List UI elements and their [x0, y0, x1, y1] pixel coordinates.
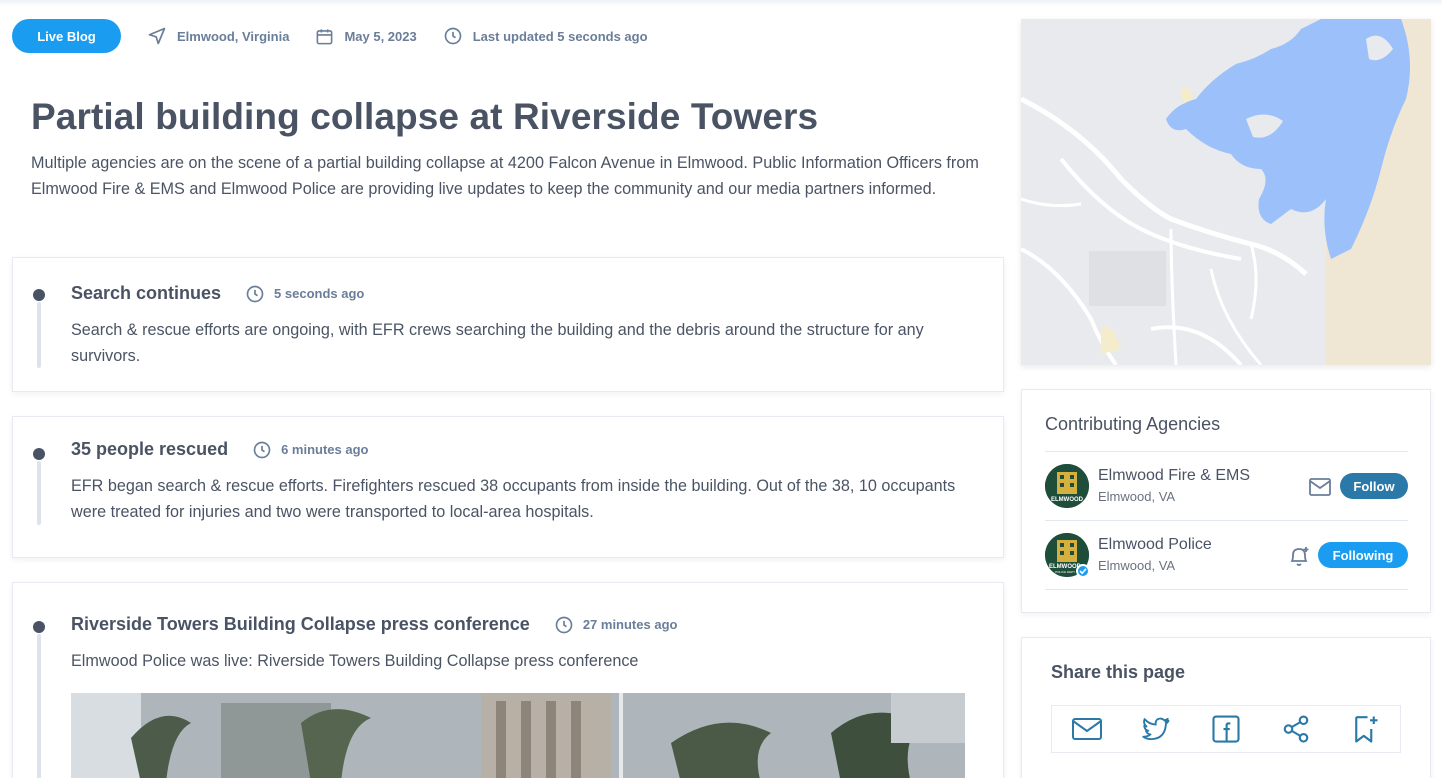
date-text: May 5, 2023: [344, 28, 417, 44]
email-icon: [1071, 718, 1102, 740]
navigation-arrow-icon: [148, 27, 166, 45]
bell-icon[interactable]: [1287, 543, 1311, 569]
agency-location: Elmwood, VA: [1098, 558, 1176, 573]
svg-text:ELMWOOD: ELMWOOD: [1051, 497, 1084, 503]
following-button[interactable]: Following: [1318, 542, 1408, 568]
update-header: Search continues 5 seconds ago: [71, 283, 364, 304]
clock-icon: [253, 441, 271, 458]
update-title: Riverside Towers Building Collapse press…: [71, 614, 530, 634]
agency-name[interactable]: Elmwood Police: [1098, 536, 1212, 554]
update-title: Search continues: [71, 283, 222, 303]
live-blog-badge[interactable]: Live Blog: [12, 19, 121, 53]
location-meta: Elmwood, Virginia: [147, 26, 289, 46]
share-facebook-button[interactable]: [1191, 706, 1261, 752]
facebook-icon: [1212, 715, 1240, 743]
contributing-agencies-panel: Contributing Agencies ELMWOOD Elmwood Fi…: [1021, 389, 1431, 613]
timeline-line: [37, 634, 41, 778]
share-panel: Share this page: [1021, 637, 1431, 778]
clock-icon: [246, 285, 264, 302]
agency-name[interactable]: Elmwood Fire & EMS: [1098, 467, 1250, 485]
agency-location: Elmwood, VA: [1098, 489, 1176, 504]
update-time-text: 27 minutes ago: [582, 617, 678, 632]
clock-icon: [444, 27, 462, 45]
updated-meta: Last updated 5 seconds ago: [443, 26, 648, 46]
share-title: Share this page: [1051, 662, 1186, 682]
share-bookmark-button[interactable]: [1330, 706, 1400, 752]
map-canvas: [1021, 19, 1431, 365]
follow-button[interactable]: Follow: [1340, 473, 1408, 499]
clock-icon: [555, 616, 573, 633]
meta-bar: Live Blog Elmwood, Virginia May 5, 2023 …: [12, 19, 648, 53]
svg-text:POLICE DEPT: POLICE DEPT: [1055, 570, 1075, 574]
agency-logo: ELMWOOD: [1045, 464, 1089, 508]
press-conference-video[interactable]: [71, 693, 965, 778]
update-card: Search continues 5 seconds ago Search & …: [12, 257, 1004, 392]
agency-avatar[interactable]: ELMWOOD: [1045, 464, 1089, 508]
update-header: 35 people rescued 6 minutes ago: [71, 439, 369, 460]
share-link-button[interactable]: [1261, 706, 1331, 752]
date-meta: May 5, 2023: [315, 27, 417, 46]
agencies-title: Contributing Agencies: [1045, 414, 1221, 434]
share-buttons: [1051, 705, 1401, 753]
update-time: 27 minutes ago: [554, 615, 678, 635]
timeline-dot: [33, 448, 45, 460]
checkmark-icon: [1079, 568, 1087, 575]
update-body: Elmwood Police was live: Riverside Tower…: [71, 652, 639, 670]
divider: [1045, 451, 1408, 452]
timeline-line: [37, 302, 41, 368]
share-email-button[interactable]: [1052, 706, 1122, 752]
mail-icon[interactable]: [1308, 476, 1332, 498]
page-title: Partial building collapse at Riverside T…: [31, 96, 819, 137]
update-time: 6 minutes ago: [252, 440, 369, 460]
verified-badge-icon: [1076, 564, 1090, 578]
update-card: 35 people rescued 6 minutes ago EFR bega…: [12, 416, 1004, 558]
incident-map[interactable]: [1021, 19, 1431, 365]
article-intro: Multiple agencies are on the scene of a …: [31, 154, 979, 198]
update-header: Riverside Towers Building Collapse press…: [71, 614, 677, 635]
video-thumbnail: [71, 693, 965, 778]
update-title: 35 people rescued: [71, 439, 229, 459]
calendar-icon: [317, 28, 333, 44]
timeline-line: [37, 461, 41, 525]
location-text: Elmwood, Virginia: [177, 28, 290, 44]
divider: [1045, 520, 1408, 521]
update-time: 5 seconds ago: [245, 284, 364, 304]
share-twitter-button[interactable]: [1122, 706, 1192, 752]
update-body: EFR began search & rescue efforts. Firef…: [71, 477, 956, 521]
update-time-text: 5 seconds ago: [274, 286, 365, 301]
twitter-icon: [1142, 717, 1170, 741]
update-time-text: 6 minutes ago: [281, 442, 369, 457]
divider: [1045, 589, 1408, 590]
agency-elmwood-police: ELMWOOD POLICE DEPT Elmwood Police Elmwo…: [1045, 533, 1408, 583]
update-body: Search & rescue efforts are ongoing, wit…: [71, 321, 924, 365]
bookmark-add-icon: [1355, 716, 1378, 743]
agency-elmwood-fire-ems: ELMWOOD Elmwood Fire & EMS Elmwood, VA F…: [1045, 464, 1408, 514]
timeline-dot: [33, 289, 45, 301]
top-shadow: [0, 0, 1442, 6]
share-icon: [1283, 715, 1308, 743]
update-card: Riverside Towers Building Collapse press…: [12, 582, 1004, 778]
updated-text: Last updated 5 seconds ago: [472, 28, 648, 44]
timeline-dot: [33, 621, 45, 633]
